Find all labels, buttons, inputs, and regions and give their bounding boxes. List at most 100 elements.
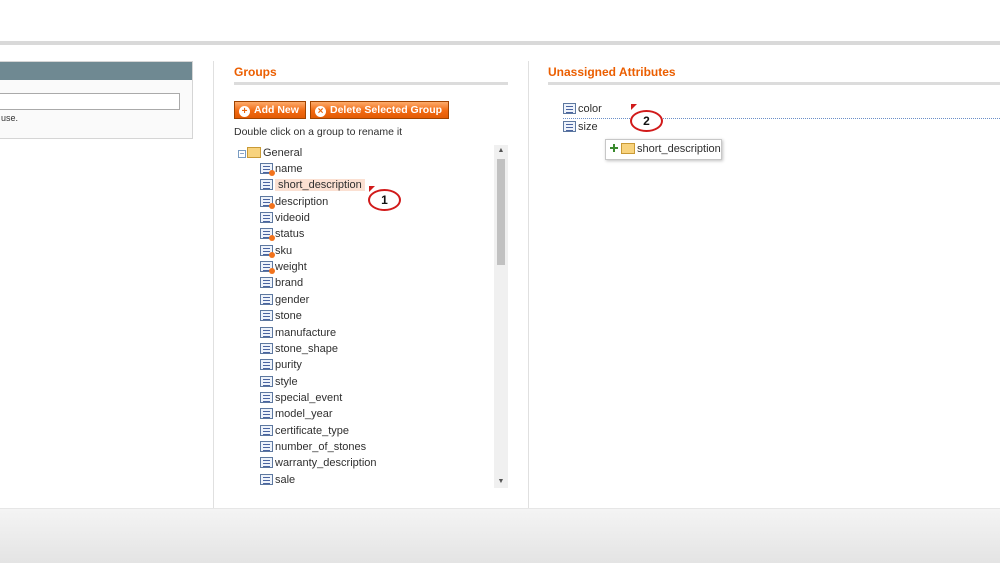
scroll-down-arrow-icon[interactable]: ▼ xyxy=(494,476,508,488)
plus-icon xyxy=(609,143,620,154)
tree-attribute-label: certificate_type xyxy=(275,424,349,437)
tree-attribute-item[interactable]: model_year xyxy=(260,406,332,422)
attribute-icon xyxy=(260,179,273,191)
tree-attribute-item[interactable]: purity xyxy=(260,357,302,373)
tree-attribute-label: style xyxy=(275,375,298,388)
tree-group-general[interactable]: − General xyxy=(238,145,302,161)
tree-attribute-label: status xyxy=(275,228,305,241)
attribute-icon xyxy=(260,391,273,403)
rename-hint: Double click on a group to rename it xyxy=(234,126,403,138)
tree-attribute-item[interactable]: videoid xyxy=(260,210,310,226)
groups-tree[interactable]: − General name short_description descriptio… xyxy=(238,145,496,488)
tree-attribute-item[interactable]: brand xyxy=(260,275,303,291)
tree-attribute-label: warranty_description xyxy=(275,457,377,470)
tree-attribute-item[interactable]: number_of_stones xyxy=(260,439,366,455)
tree-attribute-item[interactable]: short_description xyxy=(260,177,365,193)
attribute-icon xyxy=(260,310,273,322)
callout-1: 1 xyxy=(368,189,401,211)
tree-attribute-label: stone_shape xyxy=(275,342,338,355)
tree-attribute-label: name xyxy=(275,163,303,175)
tree-attribute-label: model_year xyxy=(275,408,333,421)
top-bar-divider xyxy=(0,41,1000,45)
attribute-icon xyxy=(260,342,273,354)
tree-attribute-item[interactable]: certificate_type xyxy=(260,423,349,439)
drop-indicator-line xyxy=(563,118,1000,119)
groups-tree-scrollbar[interactable]: ▲ ▼ xyxy=(494,145,508,488)
left-panel-note: use. xyxy=(1,113,19,123)
attribute-icon xyxy=(260,163,275,176)
groups-title: Groups xyxy=(234,65,277,79)
drop-target-marker xyxy=(631,104,637,110)
collapse-icon[interactable]: − xyxy=(238,150,246,158)
left-panel-input[interactable] xyxy=(0,93,180,110)
group-label: General xyxy=(263,147,303,159)
folder-icon xyxy=(621,143,635,154)
attribute-icon xyxy=(563,103,576,114)
tree-attribute-item[interactable]: sku xyxy=(260,243,292,259)
tree-attribute-item[interactable]: description xyxy=(260,194,328,210)
tree-attribute-label: videoid xyxy=(275,212,310,225)
unassigned-label: color xyxy=(578,103,602,115)
tree-attribute-label: sku xyxy=(275,244,293,257)
plus-icon: + xyxy=(239,106,250,117)
scroll-up-arrow-icon[interactable]: ▲ xyxy=(494,145,508,157)
attribute-icon xyxy=(260,228,275,242)
column-divider-left xyxy=(213,61,214,508)
tree-attribute-item[interactable]: manufacture xyxy=(260,325,336,341)
unassigned-item-color[interactable]: color xyxy=(563,101,602,117)
tree-attribute-item[interactable]: stone_shape xyxy=(260,341,338,357)
tree-attribute-label: special_event xyxy=(275,391,343,404)
tree-attribute-item[interactable]: sale xyxy=(260,472,295,488)
delete-selected-group-button[interactable]: × Delete Selected Group xyxy=(310,101,450,119)
tree-attribute-label: gender xyxy=(275,293,310,306)
attribute-icon xyxy=(260,326,273,338)
top-bar xyxy=(0,0,1000,41)
add-new-label: Add New xyxy=(254,104,299,116)
tree-attribute-item[interactable]: warranty_description xyxy=(260,455,377,471)
attribute-icon xyxy=(260,440,273,452)
tree-attribute-item[interactable]: status xyxy=(260,226,304,242)
tree-attribute-label: description xyxy=(275,195,329,208)
tree-attribute-label: weight xyxy=(275,261,307,274)
tree-attribute-label: purity xyxy=(275,359,302,372)
bottom-band xyxy=(0,508,1000,563)
tree-attribute-label: number_of_stones xyxy=(275,440,367,453)
scroll-thumb[interactable] xyxy=(497,159,505,265)
drag-proxy-label: short_description xyxy=(637,143,721,155)
unassigned-title-underline xyxy=(548,82,1000,85)
attribute-icon xyxy=(260,424,273,436)
tree-attribute-label: manufacture xyxy=(275,326,337,339)
close-icon: × xyxy=(315,106,326,117)
tree-attribute-label: short_description xyxy=(275,179,365,192)
attribute-icon xyxy=(260,293,273,305)
groups-title-underline xyxy=(234,82,508,85)
attribute-icon xyxy=(563,121,576,132)
attribute-icon xyxy=(260,244,275,258)
tree-attribute-item[interactable]: name xyxy=(260,161,303,177)
tree-attribute-label: brand xyxy=(275,277,304,290)
tree-attribute-item[interactable]: stone xyxy=(260,308,302,324)
tree-attribute-label: stone xyxy=(275,310,302,323)
attribute-icon xyxy=(260,375,273,387)
tree-attribute-item[interactable]: gender xyxy=(260,292,309,308)
attribute-icon xyxy=(260,212,273,224)
folder-icon xyxy=(247,147,261,158)
tree-attribute-item[interactable]: special_event xyxy=(260,390,342,406)
unassigned-item-size[interactable]: size xyxy=(563,119,598,135)
attribute-icon xyxy=(260,408,273,420)
unassigned-title: Unassigned Attributes xyxy=(548,65,676,79)
left-panel-header xyxy=(0,62,192,80)
unassigned-label: size xyxy=(578,121,598,133)
delete-selected-label: Delete Selected Group xyxy=(330,104,443,116)
attribute-icon xyxy=(260,457,273,469)
attribute-icon xyxy=(260,277,273,289)
attribute-icon xyxy=(260,261,275,275)
attribute-icon xyxy=(260,473,273,485)
attribute-icon xyxy=(260,359,273,371)
tree-attribute-item[interactable]: style xyxy=(260,374,298,390)
column-divider-right xyxy=(528,61,529,508)
add-new-group-button[interactable]: + Add New xyxy=(234,101,306,119)
callout-2: 2 xyxy=(630,110,663,132)
tree-attribute-item[interactable]: weight xyxy=(260,259,307,275)
attribute-icon xyxy=(260,195,275,209)
